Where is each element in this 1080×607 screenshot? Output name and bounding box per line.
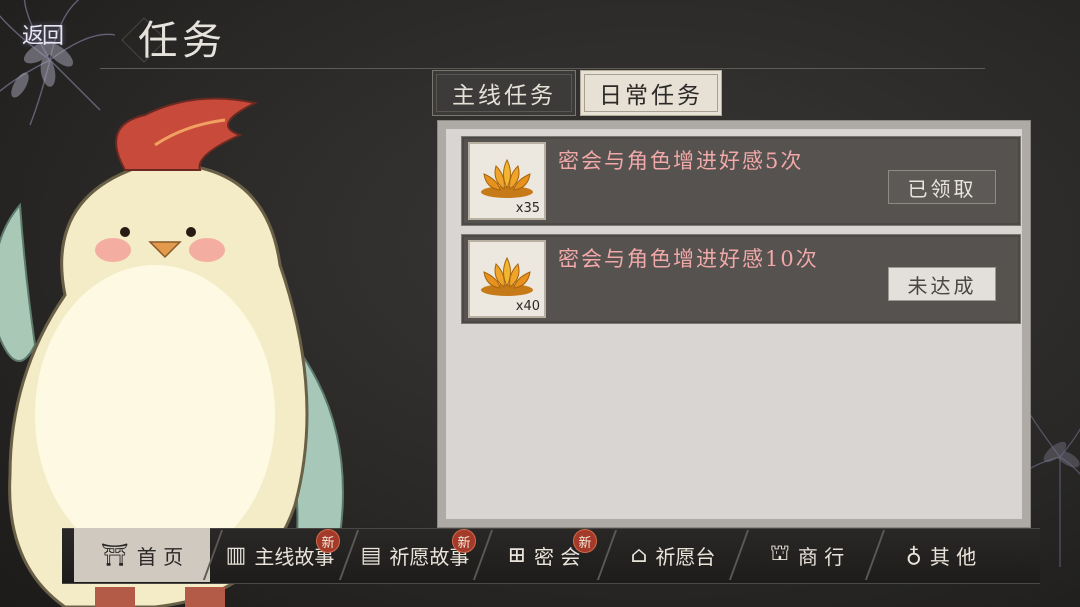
page-title: 任务	[138, 18, 226, 64]
lotus-icon	[481, 256, 533, 296]
meeting-icon: ⊞	[507, 542, 527, 568]
new-badge: 新	[316, 529, 340, 553]
task-row: x40 密会与角色增进好感10次 未达成	[461, 234, 1021, 324]
nav-label: 祈愿台	[655, 544, 716, 569]
tab-main-quests[interactable]: 主线任务	[432, 70, 576, 116]
nav-other[interactable]: ♁ 其 他	[878, 528, 1004, 582]
nav-shop[interactable]: ⛫ 商 行	[742, 528, 872, 582]
tab-daily-quests[interactable]: 日常任务	[580, 70, 722, 116]
quest-panel: x35 密会与角色增进好感5次 已领取 x40 密会与角色增进好感10次 未达成	[437, 120, 1031, 528]
header-divider	[100, 68, 985, 69]
nav-label: 其 他	[929, 544, 977, 569]
quest-list: x35 密会与角色增进好感5次 已领取 x40 密会与角色增进好感10次 未达成	[447, 130, 1021, 518]
nav-label: 商 行	[797, 544, 845, 569]
reward-item[interactable]: x35	[468, 142, 546, 220]
new-badge: 新	[452, 529, 476, 553]
reward-count: x35	[515, 201, 540, 216]
book-icon: ▥	[225, 542, 247, 568]
task-description: 密会与角色增进好感5次	[558, 149, 804, 173]
unmet-button[interactable]: 未达成	[888, 267, 996, 301]
pavilion-icon: ⌂	[630, 542, 648, 568]
nav-wish-altar[interactable]: ⌂ 祈愿台	[610, 528, 736, 582]
shop-icon: ⛫	[769, 541, 790, 566]
reward-count: x40	[515, 299, 540, 314]
reward-item[interactable]: x40	[468, 240, 546, 318]
nav-label: 首 页	[136, 544, 184, 569]
new-badge: 新	[573, 529, 597, 553]
back-button[interactable]: 返回	[22, 18, 64, 50]
bag-icon: ♁	[905, 542, 922, 568]
lotus-icon	[481, 158, 533, 198]
claimed-button[interactable]: 已领取	[888, 170, 996, 204]
task-description: 密会与角色增进好感10次	[558, 247, 819, 271]
home-icon: ⛩	[100, 542, 129, 568]
nav-home[interactable]: ⛩ 首 页	[74, 528, 210, 582]
scroll-icon: ▤	[360, 542, 382, 568]
task-row: x35 密会与角色增进好感5次 已领取	[461, 136, 1021, 226]
